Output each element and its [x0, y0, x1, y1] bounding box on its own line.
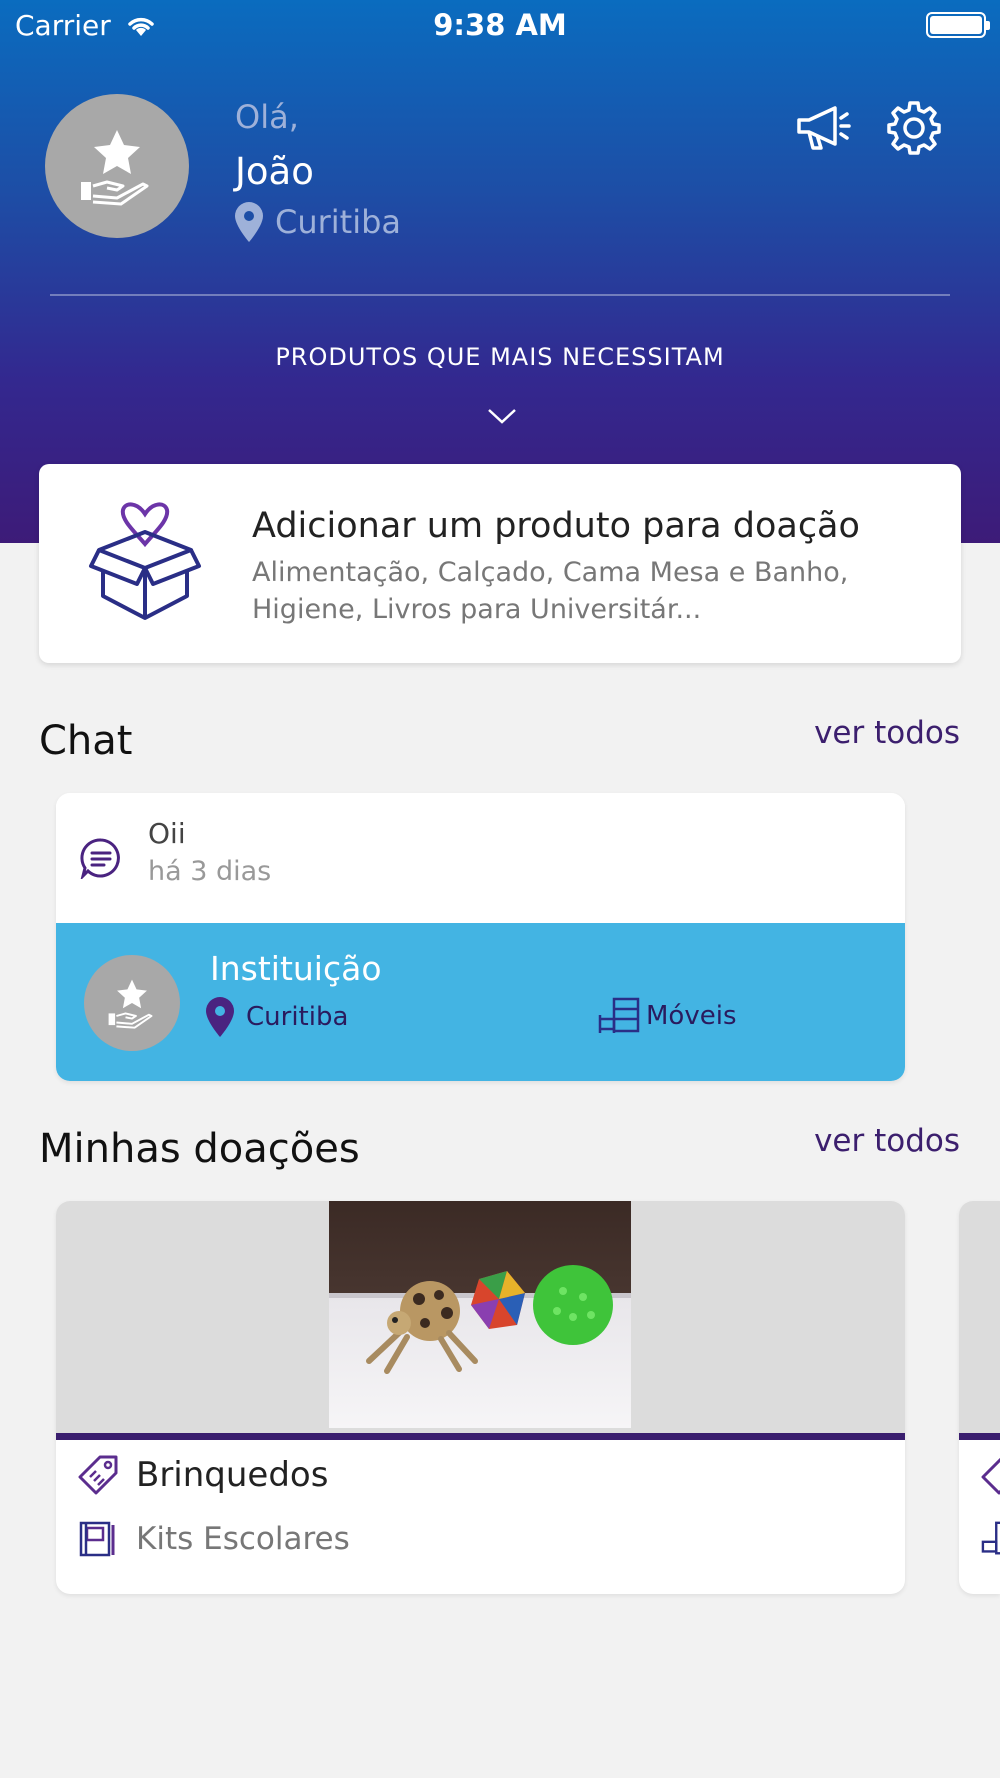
tag-icon: [78, 1455, 118, 1495]
donation-accent-bar: [56, 1433, 905, 1440]
institution-category-label: Móveis: [646, 1001, 737, 1031]
megaphone-icon: [797, 106, 851, 150]
institution-category: Móveis: [598, 997, 737, 1035]
donation-hand-star-icon: [81, 130, 149, 206]
donations-section-title: Minhas doações: [39, 1126, 360, 1172]
announcements-button[interactable]: [793, 98, 853, 158]
add-product-title: Adicionar um produto para doação: [252, 506, 860, 546]
greeting: Olá,: [235, 98, 299, 136]
settings-button[interactable]: [884, 98, 944, 158]
chat-last-message: Oii: [148, 817, 186, 850]
donation-subcategory: Kits Escolares: [136, 1521, 350, 1557]
donation-category: Brinquedos: [136, 1455, 329, 1495]
status-bar: Carrier 9:38 AM: [0, 0, 1000, 50]
school-kit-icon: [79, 1521, 115, 1557]
chat-institution-row[interactable]: Instituição Curitiba Móveis: [56, 923, 905, 1081]
institution-avatar: [84, 955, 180, 1051]
chat-bubble-icon: [80, 838, 120, 879]
donations-see-all-link[interactable]: ver todos: [814, 1123, 960, 1159]
donation-card-partial[interactable]: [959, 1201, 1000, 1594]
donation-image-area: [959, 1201, 1000, 1433]
donation-image-area: [56, 1201, 905, 1433]
add-product-card[interactable]: Adicionar um produto para doação Aliment…: [39, 464, 961, 663]
battery-icon: [926, 12, 990, 38]
profile-avatar[interactable]: [45, 94, 189, 238]
donation-card[interactable]: Brinquedos Kits Escolares: [56, 1201, 905, 1594]
user-name: João: [235, 150, 314, 193]
donation-photo: [329, 1201, 631, 1428]
donation-category-row: Brinquedos: [78, 1455, 328, 1495]
chevron-down-icon[interactable]: [486, 400, 518, 432]
user-location: Curitiba: [235, 202, 401, 242]
gear-icon: [887, 101, 941, 155]
furniture-icon: [598, 997, 640, 1033]
donation-box-icon: [89, 502, 201, 620]
location-pin-icon: [235, 202, 263, 242]
location-pin-icon: [206, 997, 234, 1037]
chat-message-row[interactable]: Oii há 3 dias: [56, 793, 905, 923]
user-city: Curitiba: [275, 203, 402, 241]
header: [0, 0, 1000, 543]
chat-section-title: Chat: [39, 718, 133, 764]
add-product-subtitle: Alimentação, Calçado, Cama Mesa e Banho,…: [252, 557, 849, 625]
institution-name: Instituição: [210, 949, 382, 988]
institution-city: Curitiba: [246, 1002, 349, 1032]
furniture-icon: [981, 1521, 1000, 1555]
donation-hand-star-icon: [108, 979, 153, 1029]
donation-accent-bar: [959, 1433, 1000, 1440]
header-divider: [50, 294, 950, 296]
clock: 9:38 AM: [433, 8, 567, 42]
needs-title[interactable]: PRODUTOS QUE MAIS NECESSITAM: [0, 343, 1000, 371]
chat-see-all-link[interactable]: ver todos: [814, 715, 960, 751]
tag-icon: [981, 1457, 1000, 1495]
donation-subcategory-row: Kits Escolares: [78, 1519, 350, 1559]
institution-location: Curitiba: [206, 997, 348, 1037]
chat-time-ago: há 3 dias: [148, 856, 272, 887]
chat-card[interactable]: Oii há 3 dias Instituição Curitiba Móvei…: [56, 793, 905, 1081]
